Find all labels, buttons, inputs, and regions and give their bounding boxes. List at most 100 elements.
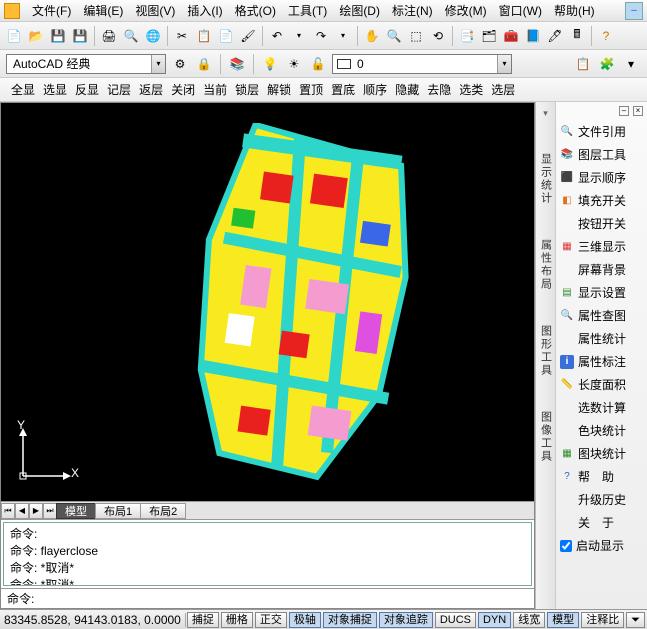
filter-btn[interactable]: 关闭 bbox=[168, 79, 198, 100]
palette-item[interactable]: ▦三维显示 bbox=[558, 235, 645, 258]
sun-icon[interactable]: ☀ bbox=[284, 54, 304, 74]
plot-icon[interactable]: 🖨 bbox=[99, 26, 119, 46]
status-toggle[interactable]: 极轴 bbox=[289, 612, 321, 628]
redo-drop-icon[interactable]: ▾ bbox=[333, 26, 353, 46]
strip-group-label[interactable]: 图像工具 bbox=[538, 411, 554, 463]
status-toggle[interactable]: 捕捉 bbox=[187, 612, 219, 628]
saveas-icon[interactable]: 💾 bbox=[70, 26, 90, 46]
palette-item[interactable]: ⬛显示顺序 bbox=[558, 166, 645, 189]
markup-icon[interactable]: 🖊 bbox=[545, 26, 565, 46]
filter-btn[interactable]: 解锁 bbox=[264, 79, 294, 100]
menu-insert[interactable]: 插入(I) bbox=[181, 0, 228, 21]
status-toggle[interactable]: 对象捕捉 bbox=[323, 612, 377, 628]
filter-btn[interactable]: 返层 bbox=[136, 79, 166, 100]
bulb-icon[interactable]: 💡 bbox=[260, 54, 280, 74]
palette-item[interactable]: 📚图层工具 bbox=[558, 143, 645, 166]
command-history[interactable]: 命令: 命令: flayerclose 命令: *取消* 命令: *取消* bbox=[3, 522, 532, 586]
palette-item[interactable]: ◧填充开关 bbox=[558, 189, 645, 212]
tab-layout1[interactable]: 布局1 bbox=[95, 503, 141, 519]
strip-handle-icon[interactable]: ▾ bbox=[543, 108, 548, 119]
filter-btn[interactable]: 置底 bbox=[328, 79, 358, 100]
filter-btn[interactable]: 选类 bbox=[456, 79, 486, 100]
command-input[interactable] bbox=[34, 592, 528, 606]
palette-item[interactable]: ?帮 助 bbox=[558, 465, 645, 488]
undo-drop-icon[interactable]: ▾ bbox=[289, 26, 309, 46]
tab-last-icon[interactable]: ⏭ bbox=[43, 503, 57, 519]
tab-model[interactable]: 模型 bbox=[56, 503, 96, 519]
layer-mgr-icon[interactable]: 📋 bbox=[573, 54, 593, 74]
palette-item[interactable]: i属性标注 bbox=[558, 350, 645, 373]
menu-format[interactable]: 格式(O) bbox=[229, 0, 282, 21]
tp-icon[interactable]: 🧰 bbox=[501, 26, 521, 46]
status-toggle[interactable]: 正交 bbox=[255, 612, 287, 628]
status-toggle[interactable]: 对象追踪 bbox=[379, 612, 433, 628]
match-icon[interactable]: 🖌 bbox=[238, 26, 258, 46]
palette-item[interactable]: 选数计算 bbox=[558, 396, 645, 419]
filter-btn[interactable]: 顺序 bbox=[360, 79, 390, 100]
palette-item[interactable]: 关 于 bbox=[558, 511, 645, 534]
filter-btn[interactable]: 去隐 bbox=[424, 79, 454, 100]
filter-btn[interactable]: 隐藏 bbox=[392, 79, 422, 100]
layer-states-icon[interactable]: 📚 bbox=[227, 54, 247, 74]
palette-item[interactable]: 屏幕背景 bbox=[558, 258, 645, 281]
props-icon[interactable]: 📑 bbox=[457, 26, 477, 46]
chevron-down-icon[interactable]: ▾ bbox=[497, 55, 511, 73]
undo-icon[interactable]: ↶ bbox=[267, 26, 287, 46]
model-viewport[interactable]: Y X bbox=[1, 103, 534, 501]
status-toggle[interactable]: 注释比 bbox=[581, 612, 624, 628]
strip-group-label[interactable]: 属性布局 bbox=[538, 239, 554, 291]
layer-more-icon[interactable]: ▾ bbox=[621, 54, 641, 74]
zoom-win-icon[interactable]: ⬚ bbox=[406, 26, 426, 46]
publish-icon[interactable]: 🌐 bbox=[143, 26, 163, 46]
filter-btn[interactable]: 选层 bbox=[488, 79, 518, 100]
status-toggle[interactable]: 线宽 bbox=[513, 612, 545, 628]
palette-item[interactable]: 按钮开关 bbox=[558, 212, 645, 235]
palette-close-icon[interactable]: × bbox=[633, 106, 643, 116]
startup-checkbox[interactable] bbox=[560, 540, 572, 552]
zoom-rt-icon[interactable]: 🔍 bbox=[384, 26, 404, 46]
filter-btn[interactable]: 锁层 bbox=[232, 79, 262, 100]
startup-toggle[interactable]: 启动显示 bbox=[558, 534, 645, 557]
palette-item[interactable]: 属性统计 bbox=[558, 327, 645, 350]
preview-icon[interactable]: 🔍 bbox=[121, 26, 141, 46]
minimize-ribbon-button[interactable]: – bbox=[625, 2, 643, 20]
menu-dim[interactable]: 标注(N) bbox=[386, 0, 439, 21]
palette-item[interactable]: 🔍属性查图 bbox=[558, 304, 645, 327]
workspace-combo[interactable]: AutoCAD 经典 ▾ bbox=[6, 54, 166, 74]
filter-btn[interactable]: 当前 bbox=[200, 79, 230, 100]
pan-icon[interactable]: ✋ bbox=[362, 26, 382, 46]
tab-next-icon[interactable]: ▶ bbox=[29, 503, 43, 519]
tab-first-icon[interactable]: ⏮ bbox=[1, 503, 15, 519]
open-icon[interactable]: 📂 bbox=[26, 26, 46, 46]
menu-modify[interactable]: 修改(M) bbox=[439, 0, 493, 21]
zoom-prev-icon[interactable]: ⟲ bbox=[428, 26, 448, 46]
palette-item[interactable]: 📏长度面积 bbox=[558, 373, 645, 396]
calc-icon[interactable]: 🖩 bbox=[567, 26, 587, 46]
new-icon[interactable]: 📄 bbox=[4, 26, 24, 46]
menu-edit[interactable]: 编辑(E) bbox=[77, 0, 129, 21]
ws-settings-icon[interactable]: ⚙ bbox=[170, 54, 190, 74]
palette-min-icon[interactable]: – bbox=[619, 106, 629, 116]
lock-icon[interactable]: 🔓 bbox=[308, 54, 328, 74]
ssm-icon[interactable]: 📘 bbox=[523, 26, 543, 46]
menu-window[interactable]: 窗口(W) bbox=[493, 0, 548, 21]
strip-group-label[interactable]: 图形工具 bbox=[538, 325, 554, 377]
status-toggle[interactable]: DYN bbox=[478, 612, 511, 628]
chevron-down-icon[interactable]: ▾ bbox=[151, 55, 165, 73]
status-toggle[interactable]: 栅格 bbox=[221, 612, 253, 628]
layer-tool-icon[interactable]: 🧩 bbox=[597, 54, 617, 74]
tab-prev-icon[interactable]: ◀ bbox=[15, 503, 29, 519]
palette-item[interactable]: 🔍文件引用 bbox=[558, 120, 645, 143]
filter-btn[interactable]: 记层 bbox=[104, 79, 134, 100]
palette-item[interactable]: ▦图块统计 bbox=[558, 442, 645, 465]
filter-btn[interactable]: 全显 bbox=[8, 79, 38, 100]
filter-btn[interactable]: 置顶 bbox=[296, 79, 326, 100]
status-toggle[interactable]: 模型 bbox=[547, 612, 579, 628]
paste-icon[interactable]: 📄 bbox=[216, 26, 236, 46]
help-icon[interactable]: ? bbox=[596, 26, 616, 46]
ws-lock-icon[interactable]: 🔒 bbox=[194, 54, 214, 74]
menu-file[interactable]: 文件(F) bbox=[26, 0, 77, 21]
copy-icon[interactable]: 📋 bbox=[194, 26, 214, 46]
coordinates-readout[interactable]: 83345.8528, 94143.0183, 0.0000 bbox=[0, 613, 186, 627]
menu-draw[interactable]: 绘图(D) bbox=[333, 0, 386, 21]
